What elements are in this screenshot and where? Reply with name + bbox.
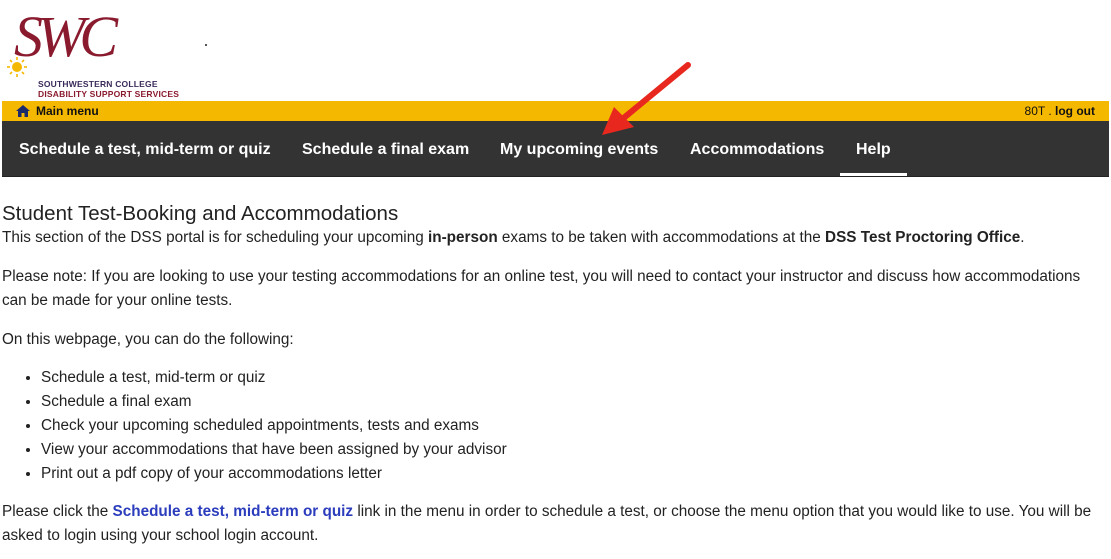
page-title: Student Test-Booking and Accommodations — [2, 202, 399, 225]
schedule-test-link[interactable]: Schedule a test, mid-term or quiz — [113, 503, 354, 520]
closing-text: Please click the — [2, 503, 113, 520]
home-icon — [16, 105, 30, 117]
list-item: Schedule a final exam — [41, 390, 1102, 414]
intro-text-2: exams to be taken with accommodations at… — [497, 229, 826, 246]
main-menu-link[interactable]: Main menu — [16, 104, 99, 118]
nav-schedule-test[interactable]: Schedule a test, mid-term or quiz — [19, 121, 271, 176]
annotation-arrow-icon — [602, 62, 691, 135]
list-intro: On this webpage, you can do the followin… — [2, 331, 294, 348]
nav-schedule-final[interactable]: Schedule a final exam — [302, 121, 469, 176]
logo-script: SWC — [14, 4, 118, 69]
list-item: View your accommodations that have been … — [41, 438, 1102, 462]
intro-paragraph: This section of the DSS portal is for sc… — [2, 226, 1102, 250]
list-item: Schedule a test, mid-term or quiz — [41, 366, 1102, 390]
features-list: Schedule a test, mid-term or quiz Schedu… — [2, 366, 1102, 486]
nav-help[interactable]: Help — [840, 121, 907, 176]
main-menu-label: Main menu — [36, 104, 99, 118]
account-id: 80T — [1024, 104, 1045, 118]
intro-text-3: . — [1020, 229, 1025, 246]
logo-department-name: DISABILITY SUPPORT SERVICES — [38, 89, 180, 99]
list-item: Print out a pdf copy of your accommodati… — [41, 462, 1102, 486]
swc-logo: SWC SOUTHWESTERN COLLEGE DISABILITY SUPP… — [4, 2, 204, 99]
account-area: 80T . log out — [1025, 104, 1095, 118]
decorative-dot — [205, 44, 207, 46]
logout-link[interactable]: log out — [1055, 104, 1095, 118]
nav-accommodations[interactable]: Accommodations — [690, 121, 824, 176]
intro-text: This section of the DSS portal is for sc… — [2, 229, 428, 246]
closing-paragraph: Please click the Schedule a test, mid-te… — [2, 500, 1102, 548]
note-paragraph: Please note: If you are looking to use y… — [2, 268, 1081, 309]
logo-college-name: SOUTHWESTERN COLLEGE — [38, 79, 158, 89]
top-bar: Main menu 80T . log out — [2, 101, 1109, 121]
intro-bold-office: DSS Test Proctoring Office — [825, 229, 1021, 246]
main-content: Student Test-Booking and Accommodations … — [2, 202, 1102, 548]
list-item: Check your upcoming scheduled appointmen… — [41, 414, 1102, 438]
main-nav: Schedule a test, mid-term or quiz Schedu… — [2, 121, 1109, 177]
intro-bold-in-person: in-person — [427, 229, 498, 246]
sun-icon — [7, 57, 27, 77]
account-separator: . — [1045, 104, 1056, 118]
